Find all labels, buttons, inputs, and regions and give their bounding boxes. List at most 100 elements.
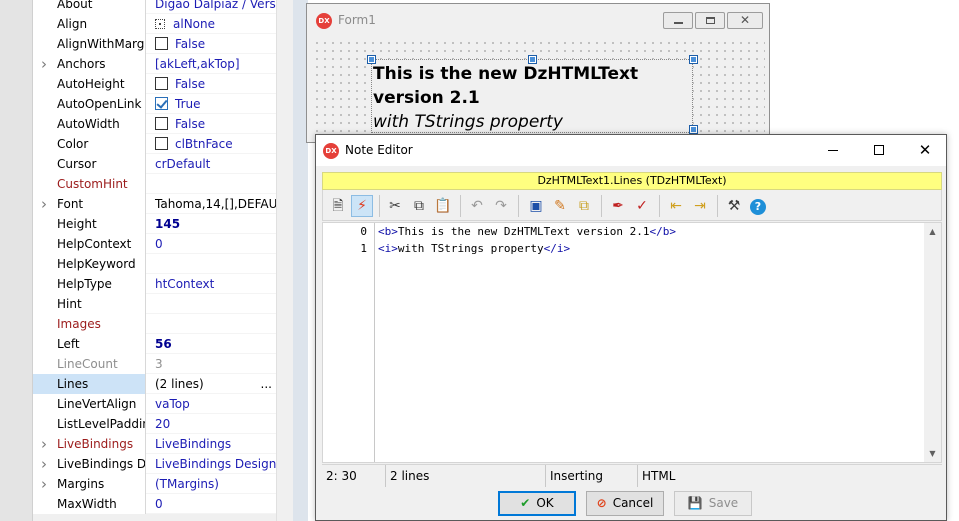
form1-title-bar[interactable]: DX Form1 ✕ xyxy=(307,4,769,37)
cut-icon[interactable]: ✂ xyxy=(384,195,406,217)
ellipsis-button[interactable]: ... xyxy=(261,374,272,394)
code-editor[interactable]: 0 1 <b>This is the new DzHTMLText versio… xyxy=(322,222,942,463)
property-row[interactable]: Hint xyxy=(33,294,276,314)
page-icon[interactable]: 🗎 xyxy=(327,195,349,217)
expand-chevron-icon[interactable]: › xyxy=(41,454,47,474)
property-value[interactable]: 3 xyxy=(146,354,276,374)
redo-icon[interactable]: ↷ xyxy=(490,195,512,217)
pen-clear-icon[interactable]: ✓ xyxy=(631,195,653,217)
property-value[interactable]: clBtnFace xyxy=(146,134,276,154)
copy-replace-icon[interactable]: ⧉ xyxy=(573,195,595,217)
property-value[interactable] xyxy=(146,254,276,274)
property-row[interactable]: Color clBtnFace xyxy=(33,134,276,154)
property-row[interactable]: Align alNone xyxy=(33,14,276,34)
property-value[interactable]: [akLeft,akTop] xyxy=(146,54,276,74)
checkbox[interactable] xyxy=(155,77,168,90)
select-all-icon[interactable]: ▣ xyxy=(525,195,547,217)
property-value[interactable]: (2 lines) xyxy=(146,374,276,394)
property-value[interactable]: Tahoma,14,[],DEFAULT xyxy=(146,194,276,214)
property-row[interactable]: Images xyxy=(33,314,276,334)
form1-close-button[interactable]: ✕ xyxy=(727,12,763,29)
property-value[interactable]: Digao Dalpiaz / Version xyxy=(146,0,276,14)
property-value[interactable]: 56 xyxy=(146,334,276,354)
property-row[interactable]: AutoWidth False xyxy=(33,114,276,134)
property-row[interactable]: About Digao Dalpiaz / Version xyxy=(33,0,276,14)
property-value[interactable]: alNone xyxy=(146,14,276,34)
scroll-up-icon[interactable]: ▲ xyxy=(924,223,941,240)
property-row[interactable]: AutoHeight False xyxy=(33,74,276,94)
form1-maximize-button[interactable] xyxy=(695,12,725,29)
pen-icon[interactable]: ✒ xyxy=(607,195,629,217)
property-row[interactable]: LineVertAlign vaTop xyxy=(33,394,276,414)
unindent-icon[interactable]: ⇥ xyxy=(689,195,711,217)
property-value[interactable]: False xyxy=(146,34,276,54)
editor-close-button[interactable]: ✕ xyxy=(902,135,948,166)
property-row[interactable]: Anchors › [akLeft,akTop] xyxy=(33,54,276,74)
property-value[interactable]: vaTop xyxy=(146,394,276,414)
property-row[interactable]: ListLevelPadding 20 xyxy=(33,414,276,434)
resize-handle-ne[interactable] xyxy=(689,55,698,64)
expand-chevron-icon[interactable]: › xyxy=(41,54,47,74)
checkbox[interactable] xyxy=(155,37,168,50)
property-value[interactable] xyxy=(146,174,276,194)
property-row[interactable]: Lines (2 lines)... xyxy=(33,374,276,394)
code-line[interactable]: <b>This is the new DzHTMLText version 2.… xyxy=(378,225,676,238)
property-row[interactable]: HelpContext 0 xyxy=(33,234,276,254)
inspector-scrollbar[interactable] xyxy=(276,0,293,521)
tools-icon[interactable]: ⚒ xyxy=(723,195,745,217)
property-row[interactable]: HelpKeyword xyxy=(33,254,276,274)
checkbox[interactable] xyxy=(155,97,168,110)
expand-chevron-icon[interactable]: › xyxy=(41,194,47,214)
property-row[interactable]: Font› Tahoma,14,[],DEFAULT xyxy=(33,194,276,214)
property-value[interactable]: (TMargins) xyxy=(146,474,276,494)
ok-button[interactable]: ✔ OK xyxy=(498,491,576,516)
code-line[interactable]: <i>with TStrings property</i> xyxy=(378,242,570,255)
property-row[interactable]: Left 56 xyxy=(33,334,276,354)
property-value[interactable]: True xyxy=(146,94,276,114)
cancel-button[interactable]: ⊘ Cancel xyxy=(586,491,664,516)
note-editor-title-bar[interactable]: DX Note Editor ✕ xyxy=(316,135,946,166)
scroll-down-icon[interactable]: ▼ xyxy=(924,445,941,462)
property-row[interactable]: AlignWithMargins False xyxy=(33,34,276,54)
property-row[interactable]: Cursor crDefault xyxy=(33,154,276,174)
property-value[interactable]: crDefault xyxy=(146,154,276,174)
form1-client-area[interactable]: This is the new DzHTMLText version 2.1 w… xyxy=(311,37,765,141)
form1-window[interactable]: DX Form1 ✕ This is the new DzHTMLText ve… xyxy=(306,3,770,143)
property-value[interactable] xyxy=(146,314,276,334)
resize-handle-n[interactable] xyxy=(528,55,537,64)
property-row[interactable]: HelpType htContext xyxy=(33,274,276,294)
property-row[interactable]: LiveBindings Designer›LiveBindings Desig… xyxy=(33,454,276,474)
editor-maximize-button[interactable] xyxy=(856,135,902,166)
property-value[interactable]: 0 xyxy=(146,494,276,514)
property-row[interactable]: AutoOpenLink True xyxy=(33,94,276,114)
save-button[interactable]: 💾 Save xyxy=(674,491,752,516)
indent-icon[interactable]: ⇤ xyxy=(665,195,687,217)
resize-handle-nw[interactable] xyxy=(367,55,376,64)
expand-chevron-icon[interactable]: › xyxy=(41,474,47,494)
eraser-icon[interactable]: ✎ xyxy=(549,195,571,217)
property-value[interactable]: False xyxy=(146,114,276,134)
paste-icon[interactable]: 📋 xyxy=(432,195,454,217)
property-value[interactable]: False xyxy=(146,74,276,94)
property-value[interactable]: LiveBindings Designer xyxy=(146,454,276,474)
property-value[interactable]: htContext xyxy=(146,274,276,294)
dzhtmltext-component[interactable]: This is the new DzHTMLText version 2.1 w… xyxy=(371,59,693,133)
property-value[interactable]: LiveBindings xyxy=(146,434,276,454)
note-editor-dialog[interactable]: DX Note Editor ✕ DzHTMLText1.Lines (TDzH… xyxy=(315,134,947,521)
property-row[interactable]: CustomHint xyxy=(33,174,276,194)
property-row[interactable]: LiveBindings › LiveBindings xyxy=(33,434,276,454)
property-value[interactable]: 20 xyxy=(146,414,276,434)
help-icon[interactable]: ? xyxy=(747,195,769,217)
property-row[interactable]: LineCount 3 xyxy=(33,354,276,374)
resize-handle-se[interactable] xyxy=(689,125,698,134)
property-value[interactable]: 145 xyxy=(146,214,276,234)
property-value[interactable]: 0 xyxy=(146,234,276,254)
editor-minimize-button[interactable] xyxy=(810,135,856,166)
property-row[interactable]: Margins › (TMargins) xyxy=(33,474,276,494)
expand-chevron-icon[interactable]: › xyxy=(41,434,47,454)
form1-minimize-button[interactable] xyxy=(663,12,693,29)
checkbox[interactable] xyxy=(155,117,168,130)
checkbox[interactable] xyxy=(155,137,168,150)
property-value[interactable] xyxy=(146,294,276,314)
property-row[interactable]: Height 145 xyxy=(33,214,276,234)
